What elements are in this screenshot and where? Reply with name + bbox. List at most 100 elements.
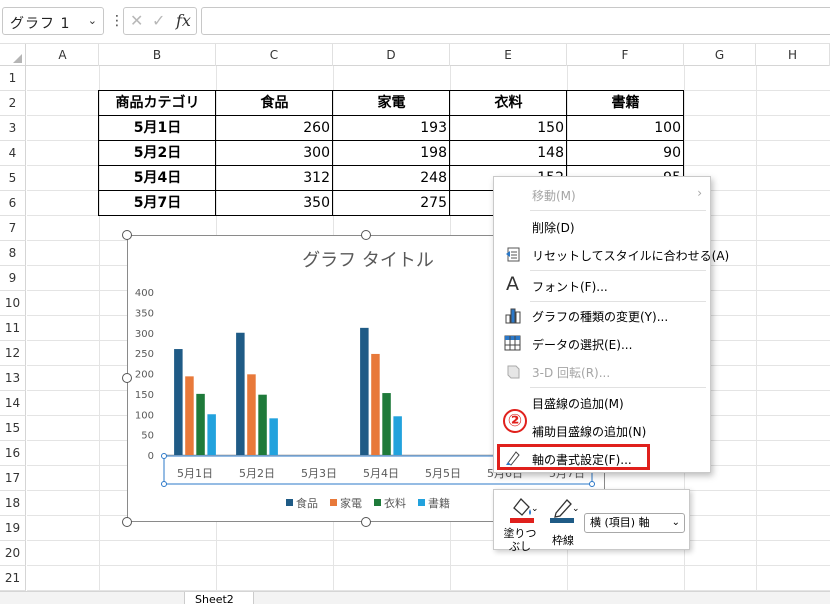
table-row-label[interactable]: 5月2日 <box>99 141 216 165</box>
y-tick-label: 200 <box>135 370 154 381</box>
table-cell[interactable]: 193 <box>333 116 450 140</box>
table-cell[interactable]: 260 <box>216 116 333 140</box>
column-header-h[interactable]: H <box>756 44 830 66</box>
chart-bar <box>207 414 216 455</box>
column-header-g[interactable]: G <box>684 44 756 66</box>
row-header-8[interactable]: 8 <box>0 241 26 266</box>
chart-type-icon <box>504 306 522 324</box>
resize-handle[interactable] <box>361 517 371 527</box>
row-header-5[interactable]: 5 <box>0 166 26 191</box>
resize-handle[interactable] <box>122 373 132 383</box>
check-icon[interactable]: ✓ <box>152 11 165 30</box>
menu-item-font[interactable]: A フォント(F)... <box>494 272 710 300</box>
chevron-right-icon: › <box>697 186 702 200</box>
table-cell[interactable]: 350 <box>216 191 333 215</box>
insert-function-icon[interactable]: fx <box>176 11 191 30</box>
table-cell[interactable]: 300 <box>216 141 333 165</box>
row-header-14[interactable]: 14 <box>0 391 26 416</box>
table-cell[interactable]: 198 <box>333 141 450 165</box>
outline-button[interactable]: ⌄ 枠線 <box>546 494 586 548</box>
reset-style-icon <box>504 245 522 263</box>
formula-input[interactable] <box>201 7 830 35</box>
row-header-20[interactable]: 20 <box>0 541 26 566</box>
menu-item-select-data[interactable]: データの選択(E)... <box>494 330 710 358</box>
menu-item-move[interactable]: 移動(M) › <box>494 181 710 209</box>
table-cell[interactable]: 312 <box>216 166 333 190</box>
name-box[interactable]: グラフ 1 ⌄ <box>2 7 104 35</box>
menu-item-label: 3-D 回転(R)... <box>532 366 611 380</box>
more-options-icon[interactable]: ⋮ <box>110 13 124 29</box>
close-icon[interactable]: ✕ <box>130 11 143 30</box>
chevron-down-icon[interactable]: ⌄ <box>531 504 539 514</box>
chart-bar <box>174 349 183 455</box>
chart-bar <box>382 393 391 455</box>
table-cell[interactable]: 275 <box>333 191 450 215</box>
table-header-clothing[interactable]: 衣料 <box>450 91 567 115</box>
column-header-f[interactable]: F <box>567 44 684 66</box>
resize-handle[interactable] <box>361 230 371 240</box>
table-cell[interactable]: 248 <box>333 166 450 190</box>
chevron-down-icon[interactable]: ⌄ <box>88 14 97 27</box>
row-header-19[interactable]: 19 <box>0 516 26 541</box>
row-header-12[interactable]: 12 <box>0 341 26 366</box>
menu-item-reset-style[interactable]: リセットしてスタイルに合わせる(A) <box>494 241 729 269</box>
menu-item-add-gridlines[interactable]: 目盛線の追加(M) <box>494 389 710 417</box>
chart-bar <box>247 374 256 455</box>
menu-item-3d-rotation[interactable]: 3-D 回転(R)... <box>494 358 710 386</box>
table-cell[interactable]: 90 <box>567 141 684 165</box>
resize-handle[interactable] <box>122 517 132 527</box>
table-row-label[interactable]: 5月7日 <box>99 191 216 215</box>
table-row-label[interactable]: 5月1日 <box>99 116 216 140</box>
row-header-21[interactable]: 21 <box>0 566 26 591</box>
row-header-15[interactable]: 15 <box>0 416 26 441</box>
sheet-tab[interactable]: Sheet2 <box>184 592 254 604</box>
table-row-label[interactable]: 5月4日 <box>99 166 216 190</box>
chevron-down-icon[interactable]: ⌄ <box>572 504 580 514</box>
outline-label: 枠線 <box>552 534 574 547</box>
resize-handle[interactable] <box>122 230 132 240</box>
row-header-18[interactable]: 18 <box>0 491 26 516</box>
table-header-appliance[interactable]: 家電 <box>333 91 450 115</box>
formula-buttons: ✕ ✓ fx <box>123 7 197 35</box>
row-header-17[interactable]: 17 <box>0 466 26 491</box>
menu-item-label: フォント(F)... <box>532 280 608 294</box>
chart-bar <box>269 418 278 455</box>
row-header-3[interactable]: 3 <box>0 116 26 141</box>
chart-element-select[interactable]: 横 (項目) 軸 ⌄ <box>584 513 685 533</box>
table-header-category[interactable]: 商品カテゴリ <box>99 91 216 115</box>
table-cell[interactable]: 148 <box>450 141 567 165</box>
menu-item-change-chart-type[interactable]: グラフの種類の変更(Y)... <box>494 302 710 330</box>
column-header-c[interactable]: C <box>216 44 333 66</box>
chart-title[interactable]: グラフ タイトル <box>302 250 434 271</box>
row-header-11[interactable]: 11 <box>0 316 26 341</box>
legend-swatch <box>418 499 425 506</box>
column-header-d[interactable]: D <box>333 44 450 66</box>
row-header-6[interactable]: 6 <box>0 191 26 216</box>
grid-line <box>756 66 757 591</box>
column-header-e[interactable]: E <box>450 44 567 66</box>
table-cell[interactable]: 100 <box>567 116 684 140</box>
row-header-10[interactable]: 10 <box>0 291 26 316</box>
table-header-books[interactable]: 書籍 <box>567 91 684 115</box>
row-header-1[interactable]: 1 <box>0 66 26 91</box>
row-header-16[interactable]: 16 <box>0 441 26 466</box>
x-tick-label: 5月5日 <box>425 467 461 480</box>
x-tick-label: 5月1日 <box>177 467 213 480</box>
row-header-2[interactable]: 2 <box>0 91 26 116</box>
row-header-7[interactable]: 7 <box>0 216 26 241</box>
row-header-13[interactable]: 13 <box>0 366 26 391</box>
x-tick-label: 5月3日 <box>301 467 337 480</box>
menu-item-label: グラフの種類の変更(Y)... <box>532 310 669 324</box>
axis-selection-handle <box>161 481 167 487</box>
fill-button[interactable]: ⌄ 塗りつ ぶし <box>500 494 542 553</box>
table-header-food[interactable]: 食品 <box>216 91 333 115</box>
menu-item-delete[interactable]: 削除(D) <box>494 213 710 241</box>
column-header-a[interactable]: A <box>27 44 99 66</box>
column-header-b[interactable]: B <box>99 44 216 66</box>
row-header-9[interactable]: 9 <box>0 266 26 291</box>
step-number-badge: ② <box>503 409 527 433</box>
row-header-4[interactable]: 4 <box>0 141 26 166</box>
legend-swatch <box>286 499 293 506</box>
table-cell[interactable]: 150 <box>450 116 567 140</box>
select-all-button[interactable] <box>0 44 26 66</box>
